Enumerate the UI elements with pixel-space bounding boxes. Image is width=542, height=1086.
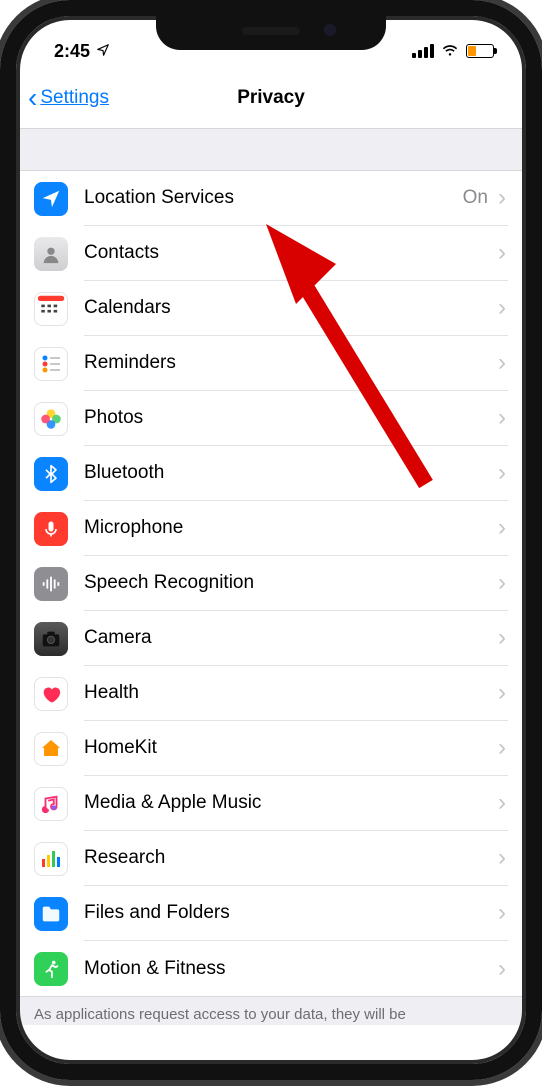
chevron-right-icon: › xyxy=(498,955,508,983)
health-icon xyxy=(34,677,68,711)
row-reminders[interactable]: Reminders › xyxy=(16,336,526,391)
row-photos[interactable]: Photos › xyxy=(16,391,526,446)
row-label: Camera xyxy=(84,627,488,649)
media-icon xyxy=(34,787,68,821)
row-label: Calendars xyxy=(84,297,488,319)
row-files-and-folders[interactable]: Files and Folders › xyxy=(16,886,526,941)
location-icon xyxy=(34,182,68,216)
row-motion-fitness[interactable]: Motion & Fitness › xyxy=(16,941,526,996)
row-label: Health xyxy=(84,682,488,704)
row-label: Files and Folders xyxy=(84,902,488,924)
chevron-right-icon: › xyxy=(498,899,508,927)
row-health[interactable]: Health › xyxy=(16,666,526,721)
chevron-right-icon: › xyxy=(498,789,508,817)
files-icon xyxy=(34,897,68,931)
row-label: Speech Recognition xyxy=(84,572,488,594)
settings-list: Location ServicesOn›Contacts›Calendars›R… xyxy=(16,171,526,996)
row-label: Motion & Fitness xyxy=(84,958,488,980)
chevron-right-icon: › xyxy=(498,734,508,762)
research-icon xyxy=(34,842,68,876)
row-bluetooth[interactable]: Bluetooth › xyxy=(16,446,526,501)
chevron-left-icon: ‹ xyxy=(28,84,37,112)
chevron-right-icon: › xyxy=(498,569,508,597)
back-button[interactable]: ‹ Settings xyxy=(28,84,109,112)
chevron-right-icon: › xyxy=(498,404,508,432)
row-speech-recognition[interactable]: Speech Recognition › xyxy=(16,556,526,611)
row-microphone[interactable]: Microphone › xyxy=(16,501,526,556)
nav-bar: ‹ Settings Privacy xyxy=(16,72,526,129)
camera-icon xyxy=(34,622,68,656)
row-label: Bluetooth xyxy=(84,462,488,484)
row-label: Media & Apple Music xyxy=(84,792,488,814)
chevron-right-icon: › xyxy=(498,239,508,267)
row-label: Microphone xyxy=(84,517,488,539)
calendars-icon xyxy=(34,292,68,326)
cellular-signal-icon xyxy=(412,44,434,58)
speech-icon xyxy=(34,567,68,601)
row-label: Photos xyxy=(84,407,488,429)
location-indicator-icon xyxy=(96,41,110,62)
chevron-right-icon: › xyxy=(498,679,508,707)
row-value: On xyxy=(463,187,488,209)
battery-icon xyxy=(466,44,494,58)
homekit-icon xyxy=(34,732,68,766)
chevron-right-icon: › xyxy=(498,514,508,542)
chevron-right-icon: › xyxy=(498,624,508,652)
row-media-apple-music[interactable]: Media & Apple Music › xyxy=(16,776,526,831)
chevron-right-icon: › xyxy=(498,294,508,322)
row-location-services[interactable]: Location Services On › xyxy=(16,171,526,226)
row-camera[interactable]: Camera › xyxy=(16,611,526,666)
row-label: Location Services xyxy=(84,187,453,209)
motion-icon xyxy=(34,952,68,986)
row-homekit[interactable]: HomeKit › xyxy=(16,721,526,776)
microphone-icon xyxy=(34,512,68,546)
chevron-right-icon: › xyxy=(498,349,508,377)
row-calendars[interactable]: Calendars › xyxy=(16,281,526,336)
section-spacer xyxy=(16,129,526,171)
wifi-icon xyxy=(440,39,460,64)
footer-text: As applications request access to your d… xyxy=(16,996,526,1025)
row-label: HomeKit xyxy=(84,737,488,759)
photos-icon xyxy=(34,402,68,436)
status-time: 2:45 xyxy=(54,41,90,62)
chevron-right-icon: › xyxy=(498,844,508,872)
back-label: Settings xyxy=(40,87,109,109)
chevron-right-icon: › xyxy=(498,459,508,487)
row-label: Reminders xyxy=(84,352,488,374)
bluetooth-icon xyxy=(34,457,68,491)
row-research[interactable]: Research › xyxy=(16,831,526,886)
page-title: Privacy xyxy=(237,87,305,109)
chevron-right-icon: › xyxy=(498,184,508,212)
contacts-icon xyxy=(34,237,68,271)
reminders-icon xyxy=(34,347,68,381)
row-contacts[interactable]: Contacts › xyxy=(16,226,526,281)
row-label: Research xyxy=(84,847,488,869)
row-label: Contacts xyxy=(84,242,488,264)
